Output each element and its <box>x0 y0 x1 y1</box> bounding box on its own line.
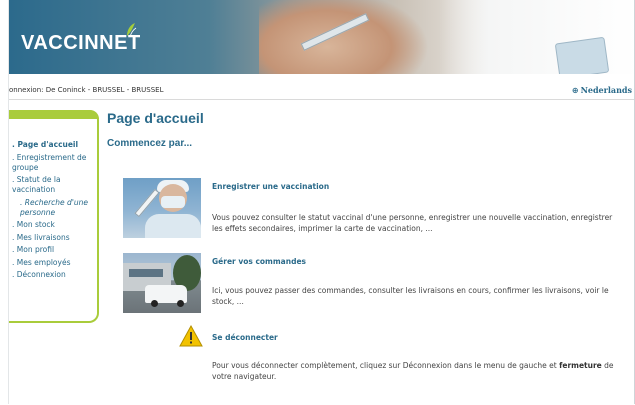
language-link[interactable]: ⊕ Nederlands <box>572 85 632 95</box>
manage-orders-text: Ici, vous pouvez passer des commandes, c… <box>212 286 609 306</box>
sidebar-item-logout[interactable]: . Déconnexion <box>12 270 97 280</box>
logout-section-title: Se déconnecter <box>212 333 278 342</box>
sidebar-item-my-employees[interactable]: . Mes employés <box>12 258 97 268</box>
connection-info: onnexion: De Coninck - BRUSSEL - BRUSSEL <box>9 86 164 94</box>
page-title: Page d'accueil <box>107 110 204 126</box>
register-vaccination-link[interactable]: Enregistrer une vaccination <box>212 182 329 191</box>
page-frame: VACCINNET onnexion: De Coninck - BRUSSEL… <box>8 0 635 404</box>
page-subtitle: Commencez par... <box>107 138 193 149</box>
banner-photo-arm <box>259 0 429 74</box>
orders-image <box>123 253 201 313</box>
banner-photo-badge <box>554 36 610 74</box>
register-vaccination-text: Vous pouvez consulter le statut vaccinal… <box>212 213 613 233</box>
logout-section-text: Pour vous déconnecter complètement, cliq… <box>212 361 614 381</box>
sidebar-item-my-deliveries[interactable]: . Mes livraisons <box>12 233 97 243</box>
sidebar-item-search-person[interactable]: . Recherche d'une personne <box>12 198 97 218</box>
language-label: Nederlands <box>580 85 632 95</box>
sidebar-item-group-registration[interactable]: . Enregistrement de groupe <box>12 153 97 173</box>
app-logo[interactable]: VACCINNET <box>21 32 141 55</box>
sidebar-item-home[interactable]: . Page d'accueil <box>12 140 97 150</box>
sidebar-item-vaccination-status[interactable]: . Statut de la vaccination <box>12 175 97 195</box>
status-bar: onnexion: De Coninck - BRUSSEL - BRUSSEL… <box>9 84 634 98</box>
logo-leaf-icon <box>127 23 137 38</box>
warning-icon <box>179 325 203 347</box>
vaccination-image <box>123 178 201 238</box>
sidebar: . Page d'accueil . Enregistrement de gro… <box>9 110 99 323</box>
sidebar-menu: . Page d'accueil . Enregistrement de gro… <box>12 140 97 283</box>
manage-orders-link[interactable]: Gérer vos commandes <box>212 257 306 266</box>
header-banner: VACCINNET <box>9 0 634 74</box>
sidebar-item-my-profile[interactable]: . Mon profil <box>12 245 97 255</box>
divider <box>9 99 634 100</box>
globe-icon: ⊕ <box>571 86 579 95</box>
sidebar-item-my-stock[interactable]: . Mon stock <box>12 220 97 230</box>
sidebar-top-cap <box>9 110 99 119</box>
